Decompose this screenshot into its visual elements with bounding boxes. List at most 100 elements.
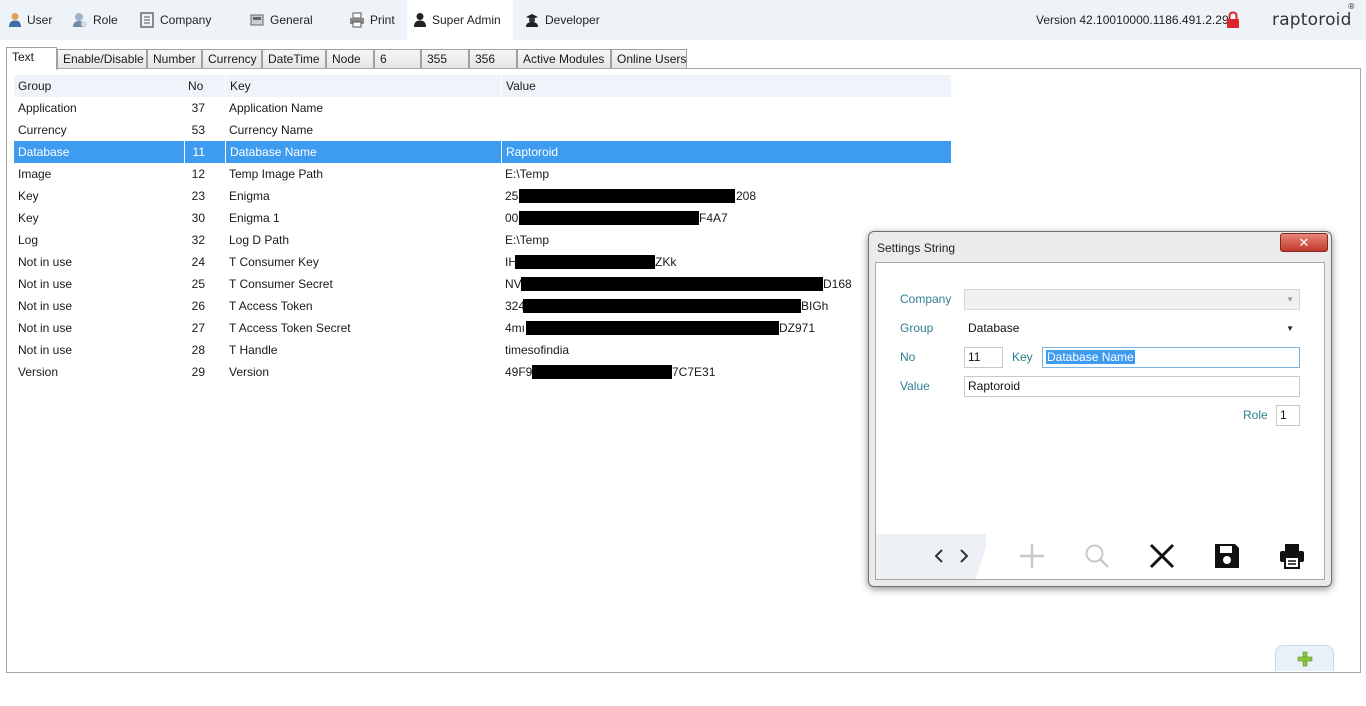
top-menu-bar: User Role Company General Print Super Ad… (0, 0, 1366, 40)
group-select[interactable]: Database ▼ (964, 318, 1300, 339)
header-group[interactable]: Group (14, 75, 184, 97)
menu-company-label: Company (160, 13, 212, 27)
table-row[interactable]: Key 23 Enigma 25( 208 (14, 185, 951, 207)
menu-general[interactable]: General (243, 0, 319, 40)
tab-node[interactable]: Node (326, 49, 374, 69)
cell-no: 11 (184, 141, 225, 163)
table-row[interactable]: Image 12 Temp Image Path E:\Temp (14, 163, 951, 185)
no-input[interactable]: 11 (964, 347, 1003, 368)
value-end: 208 (736, 189, 757, 203)
tab-currency[interactable]: Currency (202, 49, 262, 69)
menu-user[interactable]: User (2, 0, 58, 40)
cell-value: Raptoroid (501, 141, 951, 163)
close-icon (1149, 543, 1175, 569)
header-key[interactable]: Key (225, 75, 501, 97)
table-row[interactable]: Not in use 24 T Consumer Key IH ZKk (14, 251, 951, 273)
cell-no: 26 (191, 299, 205, 313)
cell-no: 25 (191, 277, 205, 291)
company-label: Company (900, 292, 952, 306)
tab-datetime[interactable]: DateTime (262, 49, 326, 69)
value-end: F4A7 (699, 211, 728, 225)
role-input[interactable]: 1 (1276, 405, 1300, 426)
key-label: Key (1012, 350, 1033, 364)
header-no[interactable]: No (184, 75, 225, 97)
tab-356[interactable]: 356 (469, 49, 517, 69)
value-label: Value (900, 379, 930, 393)
general-icon (250, 14, 264, 26)
table-row[interactable]: Application 37 Application Name (14, 97, 951, 119)
brand-registered-mark: ® (1347, 2, 1356, 11)
redaction-bar (523, 299, 801, 313)
cell-group: Key (18, 211, 39, 225)
delete-button[interactable] (1146, 540, 1178, 572)
table-row[interactable]: Not in use 28 T Handle timesofindia (14, 339, 951, 361)
menu-company[interactable]: Company (133, 0, 217, 40)
table-row[interactable]: Not in use 27 T Access Token Secret 4mı … (14, 317, 951, 339)
brand-logo: raptoroid ® (1272, 2, 1355, 30)
table-row[interactable]: Version 29 Version 49F9: 7C7E31 (14, 361, 951, 383)
menu-super-admin[interactable]: Super Admin (407, 0, 513, 40)
search-button[interactable] (1081, 540, 1113, 572)
table-row[interactable]: Log 32 Log D Path E:\Temp (14, 229, 951, 251)
tab-6[interactable]: 6 (374, 49, 421, 69)
cell-key: T Consumer Secret (229, 277, 333, 291)
table-row-selected[interactable]: Database 11 Database Name Raptoroid (14, 141, 951, 163)
chevron-down-icon[interactable]: ▼ (1286, 319, 1294, 338)
tab-enable-disable[interactable]: Enable/Disable (57, 49, 147, 69)
print-button[interactable] (1276, 540, 1308, 572)
value-end: DZ971 (779, 321, 816, 335)
settings-grid[interactable]: Group No Key Value Application 37 Applic… (14, 75, 951, 383)
tab-text[interactable]: Text (6, 47, 57, 70)
key-input[interactable]: Database Name (1042, 347, 1300, 368)
tab-number[interactable]: Number (147, 49, 202, 69)
cell-group: Key (18, 189, 39, 203)
value-input[interactable]: Raptoroid (964, 376, 1300, 397)
cell-no: 23 (191, 189, 205, 203)
cell-value (501, 97, 951, 119)
plus-icon (1297, 651, 1312, 666)
plus-icon (1020, 544, 1044, 568)
cell-group: Application (18, 101, 77, 115)
dialog-close-button[interactable]: ✕ (1280, 233, 1328, 252)
cell-key: Enigma (229, 189, 270, 203)
dialog-toolbar (876, 534, 1324, 579)
table-row[interactable]: Not in use 25 T Consumer Secret NV D168 (14, 273, 951, 295)
cell-group: Log (18, 233, 39, 247)
table-row[interactable]: Key 30 Enigma 1 00( F4A7 (14, 207, 951, 229)
cell-key: T Consumer Key (229, 255, 319, 269)
grid-header: Group No Key Value (14, 75, 951, 97)
redaction-bar (515, 255, 655, 269)
header-value[interactable]: Value (501, 75, 951, 97)
tab-active-modules[interactable]: Active Modules (517, 49, 611, 69)
company-select: ▼ (964, 289, 1300, 310)
value-end: ZKk (655, 255, 677, 269)
tab-355[interactable]: 355 (421, 49, 469, 69)
add-button[interactable] (1016, 540, 1048, 572)
previous-button[interactable] (928, 540, 950, 572)
add-row-button[interactable] (1275, 645, 1334, 671)
cell-group: Not in use (18, 299, 73, 313)
cell-key: T Access Token Secret (229, 321, 351, 335)
menu-developer[interactable]: Developer (518, 0, 606, 40)
next-button[interactable] (953, 540, 975, 572)
key-value: Database Name (1046, 350, 1135, 364)
tab-online-users[interactable]: Online Users (611, 49, 687, 69)
cell-no: 29 (191, 365, 205, 379)
save-button[interactable] (1211, 540, 1243, 572)
table-row[interactable]: Currency 53 Currency Name (14, 119, 951, 141)
value-start: 4mı (505, 321, 526, 335)
redaction-bar (526, 321, 779, 335)
cell-no: 27 (191, 321, 205, 335)
menu-role[interactable]: Role (66, 0, 124, 40)
cell-value (501, 119, 951, 141)
cell-no: 28 (191, 343, 205, 357)
cell-group: Image (18, 167, 52, 181)
cell-key: Application Name (229, 101, 324, 115)
menu-print[interactable]: Print (343, 0, 401, 40)
cell-group: Not in use (18, 343, 73, 357)
lock-icon[interactable] (1226, 11, 1240, 32)
no-label: No (900, 350, 916, 364)
value-end: D168 (823, 277, 852, 291)
menu-general-label: General (270, 13, 313, 27)
table-row[interactable]: Not in use 26 T Access Token 324 BIGh (14, 295, 951, 317)
